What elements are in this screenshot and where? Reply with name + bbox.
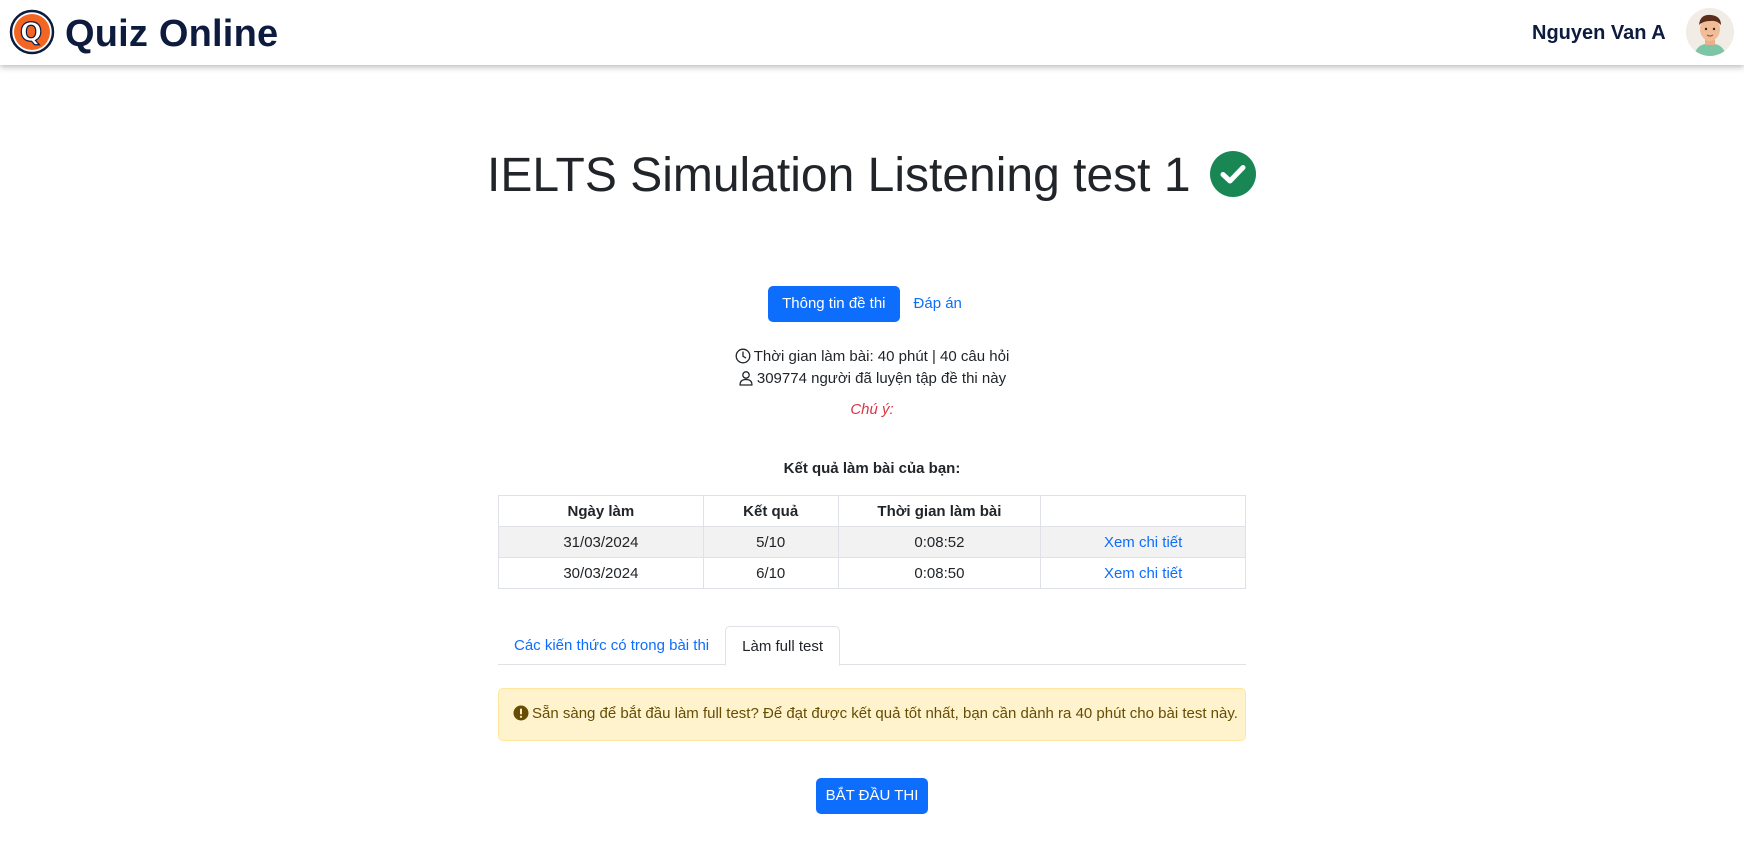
user-name[interactable]: Nguyen Van A bbox=[1532, 21, 1666, 45]
view-detail-link[interactable]: Xem chi tiết bbox=[1104, 565, 1182, 582]
column-header-action bbox=[1040, 495, 1246, 527]
test-tabs: Các kiến thức có trong bài thi Làm full … bbox=[498, 626, 1246, 666]
avatar[interactable] bbox=[1686, 8, 1734, 56]
note-label: Chú ý: bbox=[850, 401, 894, 418]
duration-text: Thời gian làm bài: 40 phút | 40 câu hỏi bbox=[753, 348, 1010, 365]
view-detail-link[interactable]: Xem chi tiết bbox=[1104, 534, 1182, 551]
tab-knowledge[interactable]: Các kiến thức có trong bài thi bbox=[498, 626, 725, 665]
quiz-logo-icon[interactable]: Q bbox=[9, 9, 56, 56]
pill-answers[interactable]: Đáp án bbox=[900, 286, 976, 322]
cell-duration: 0:08:52 bbox=[837, 526, 1042, 558]
column-header-date: Ngày làm bbox=[498, 495, 704, 527]
column-header-duration: Thời gian làm bài bbox=[837, 495, 1042, 527]
user-icon bbox=[738, 370, 754, 386]
table-row: 30/03/2024 6/10 0:08:50 Xem chi tiết bbox=[498, 557, 1246, 589]
start-test-button[interactable]: BẮT ĐẦU THI bbox=[816, 778, 928, 814]
cell-date: 31/03/2024 bbox=[498, 526, 704, 558]
top-navbar: Q Quiz Online Nguyen Van A bbox=[0, 0, 1744, 65]
check-circle-icon bbox=[1209, 150, 1257, 198]
title-row: IELTS Simulation Listening test 1 bbox=[0, 148, 1744, 204]
svg-text:Q: Q bbox=[20, 18, 42, 48]
cell-duration: 0:08:50 bbox=[837, 557, 1042, 589]
duration-info: Thời gian làm bài: 40 phút | 40 câu hỏi bbox=[0, 347, 1744, 367]
info-pills-nav: Thông tin đề thi Đáp án bbox=[0, 286, 1744, 322]
tab-full-test[interactable]: Làm full test bbox=[725, 626, 841, 666]
results-heading: Kết quả làm bài của bạn: bbox=[783, 460, 961, 477]
practitioners-text: 309774 người đã luyện tập đề thi này bbox=[756, 370, 1007, 387]
pill-test-info[interactable]: Thông tin đề thi bbox=[768, 286, 900, 322]
alert-text: Sẵn sàng để bắt đầu làm full test? Để đạ… bbox=[532, 705, 1238, 722]
brand-name[interactable]: Quiz Online bbox=[65, 12, 278, 56]
cell-date: 30/03/2024 bbox=[498, 557, 704, 589]
full-test-alert: Sẵn sàng để bắt đầu làm full test? Để đạ… bbox=[498, 688, 1246, 741]
page-title: IELTS Simulation Listening test 1 bbox=[487, 149, 1191, 202]
table-header-row: Ngày làm Kết quả Thời gian làm bài bbox=[498, 495, 1246, 527]
results-table: Ngày làm Kết quả Thời gian làm bài 31/03… bbox=[498, 495, 1246, 589]
cell-score: 5/10 bbox=[702, 526, 839, 558]
clock-icon bbox=[735, 348, 751, 364]
practitioners-info: 309774 người đã luyện tập đề thi này bbox=[0, 369, 1744, 389]
exclamation-circle-icon bbox=[513, 705, 529, 721]
cell-action: Xem chi tiết bbox=[1040, 526, 1246, 558]
column-header-score: Kết quả bbox=[702, 495, 839, 527]
cell-score: 6/10 bbox=[702, 557, 839, 589]
table-row: 31/03/2024 5/10 0:08:52 Xem chi tiết bbox=[498, 526, 1246, 558]
cell-action: Xem chi tiết bbox=[1040, 557, 1246, 589]
